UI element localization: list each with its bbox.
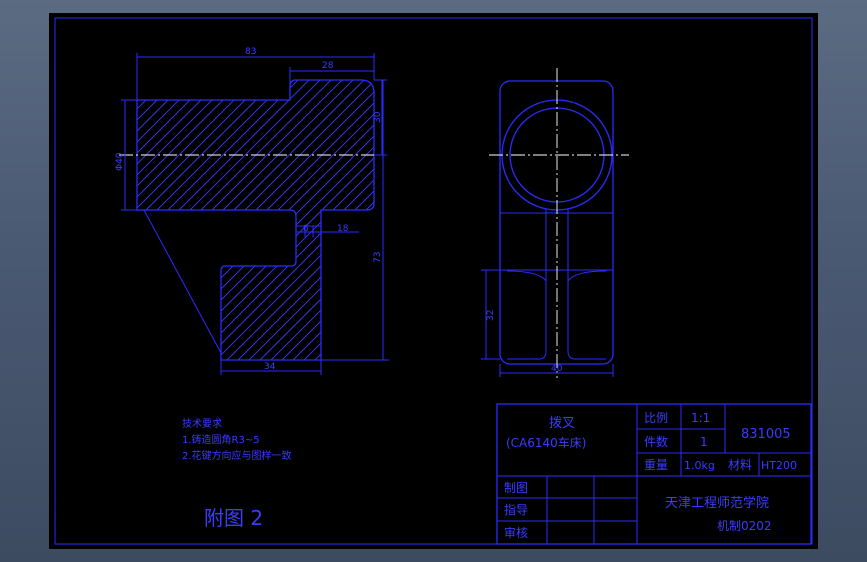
part-name: 拨叉 bbox=[549, 416, 575, 431]
hatch-line bbox=[522, 73, 818, 373]
dim-32: 32 bbox=[486, 310, 496, 321]
hatch-line bbox=[445, 73, 745, 373]
hatch-line bbox=[180, 80, 374, 360]
hatch-line bbox=[147, 80, 374, 360]
material-value: HT200 bbox=[761, 459, 797, 472]
hatch-line bbox=[467, 73, 767, 373]
hatch-line bbox=[137, 80, 218, 360]
dim-6: 6 bbox=[303, 224, 309, 234]
hatch-line bbox=[169, 80, 374, 360]
hatch-line bbox=[511, 73, 811, 373]
dim-30: 30 bbox=[373, 111, 383, 123]
hatch-line bbox=[268, 80, 374, 360]
hatch-line bbox=[367, 80, 374, 360]
hatch-line bbox=[489, 73, 789, 373]
weight-value: 1.0kg bbox=[684, 459, 715, 472]
cad-drawing: 83 28 30 Φ40 6 18 73 34 32 40 技术要求 1.铸造圆… bbox=[49, 17, 818, 545]
weight-label: 重量 bbox=[644, 458, 668, 472]
hatch-line bbox=[137, 80, 185, 360]
hatch-line bbox=[137, 80, 262, 360]
hatch-line bbox=[412, 73, 712, 373]
notes-item-2: 2.花键方向应与图样一致 bbox=[182, 449, 292, 462]
scale-label: 比例 bbox=[644, 411, 668, 425]
review-label: 审核 bbox=[504, 525, 528, 540]
hatch-line bbox=[323, 80, 374, 360]
hatch-line bbox=[257, 80, 374, 360]
hatch-line bbox=[137, 80, 374, 360]
dim-73: 73 bbox=[373, 252, 383, 263]
drawing-sheet: 83 28 30 Φ40 6 18 73 34 32 40 技术要求 1.铸造圆… bbox=[49, 13, 818, 549]
guide-label: 指导 bbox=[504, 502, 528, 517]
school-name: 天津工程师范学院 bbox=[665, 495, 769, 511]
hatch-line bbox=[137, 80, 240, 360]
hatch-line bbox=[434, 73, 734, 373]
hatch-line bbox=[137, 80, 306, 360]
dim-18: 18 bbox=[337, 224, 349, 234]
dim-phi40: Φ40 bbox=[115, 152, 125, 171]
hatch-line bbox=[137, 80, 361, 360]
machine-name: (CA6140车床) bbox=[506, 435, 587, 450]
hatch-line bbox=[137, 80, 163, 360]
notes-heading: 技术要求 bbox=[182, 417, 222, 430]
dim-83: 83 bbox=[245, 47, 256, 57]
dim-34: 34 bbox=[264, 362, 276, 372]
drawn-label: 制图 bbox=[504, 481, 528, 495]
hatch-line bbox=[390, 73, 690, 373]
hatch-line bbox=[235, 80, 374, 360]
hatch-line bbox=[423, 73, 723, 373]
hatch-line bbox=[213, 80, 374, 360]
hatch-line bbox=[158, 80, 374, 360]
hatch-line bbox=[246, 80, 374, 360]
hatch-line bbox=[137, 80, 196, 360]
dim-28: 28 bbox=[322, 61, 334, 71]
dim-40: 40 bbox=[551, 364, 563, 374]
section-view: 83 28 30 Φ40 6 18 73 34 bbox=[49, 47, 818, 375]
side-view: 32 40 bbox=[481, 68, 629, 378]
material-label: 材料 bbox=[728, 458, 752, 472]
hatch-line bbox=[202, 80, 374, 360]
class-name: 机制0202 bbox=[717, 519, 772, 533]
hatch-line bbox=[137, 80, 374, 360]
hatch-line bbox=[456, 73, 756, 373]
hatch-line bbox=[478, 73, 778, 373]
hatching bbox=[49, 73, 818, 373]
notes-item-1: 1.铸造圆角R3~5 bbox=[182, 433, 260, 446]
hatch-line bbox=[137, 80, 374, 360]
title-block: 拨叉 (CA6140车床) 比例 1:1 件数 1 重量 1.0kg 材料 HT… bbox=[496, 403, 812, 545]
scale-value: 1:1 bbox=[691, 411, 710, 425]
qty-label: 件数 bbox=[644, 434, 668, 449]
drawing-number: 831005 bbox=[741, 427, 791, 442]
hatch-line bbox=[137, 80, 174, 360]
figure-label: 附图 2 bbox=[204, 506, 263, 530]
hatch-line bbox=[137, 80, 350, 360]
technical-notes: 技术要求 1.铸造圆角R3~5 2.花键方向应与图样一致 附图 2 bbox=[182, 417, 292, 530]
hatch-line bbox=[279, 80, 374, 360]
hatch-line bbox=[137, 80, 328, 360]
hatch-line bbox=[137, 80, 374, 360]
hatch-line bbox=[137, 80, 141, 360]
hatch-line bbox=[137, 80, 152, 360]
qty-value: 1 bbox=[700, 435, 708, 449]
hatch-line bbox=[345, 80, 374, 360]
hatch-line bbox=[49, 73, 129, 373]
hatch-line bbox=[356, 80, 374, 360]
hatch-line bbox=[191, 80, 374, 360]
hatch-line bbox=[137, 80, 374, 360]
hatch-line bbox=[500, 73, 800, 373]
hatch-line bbox=[401, 73, 701, 373]
